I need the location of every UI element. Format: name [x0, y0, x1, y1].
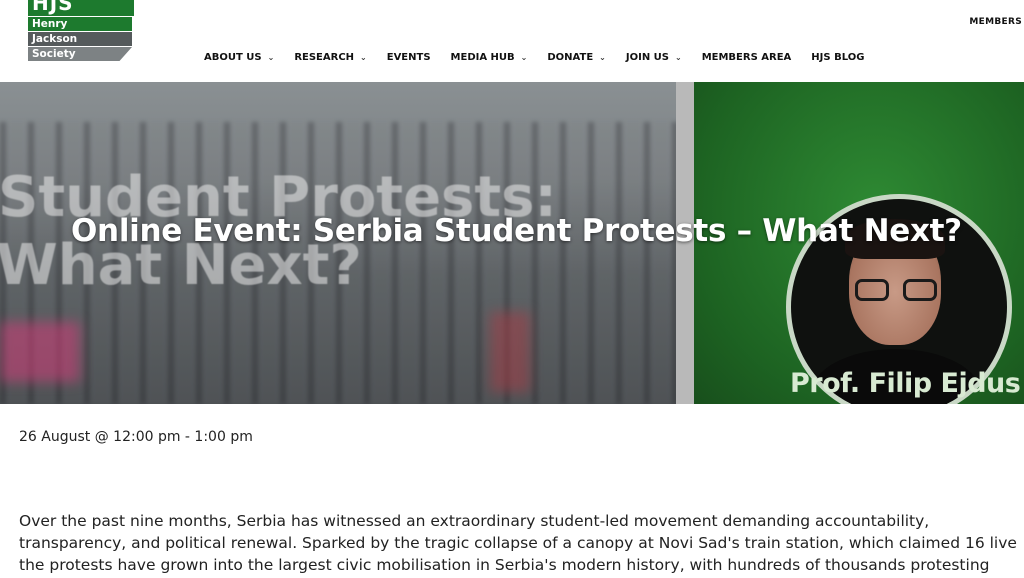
nav-item-label: MEMBERS AREA [701, 52, 792, 63]
event-description: Over the past nine months, Serbia has wi… [19, 510, 1024, 576]
hjs-logo[interactable]: HJS Henry Jackson Society [28, 0, 134, 61]
description-line: Over the past nine months, Serbia has wi… [19, 512, 930, 530]
banner-sign [0, 322, 80, 382]
logo-mark: HJS [28, 0, 134, 16]
page-title: Online Event: Serbia Student Protests – … [71, 213, 962, 249]
description-line: transparency, and political renewal. Spa… [19, 534, 1017, 552]
chevron-down-icon: ⌄ [360, 53, 367, 62]
event-banner: Student Protests: What Next? Prof. Filip … [0, 82, 1024, 404]
nav-item-label: DONATE [547, 52, 594, 63]
glasses-icon [855, 279, 937, 301]
nav-item-label: MEDIA HUB [450, 52, 515, 63]
chevron-down-icon: ⌄ [675, 53, 682, 62]
nav-item-label: RESEARCH [294, 52, 355, 63]
nav-item-label: ABOUT US [204, 52, 262, 63]
event-datetime: 26 August @ 12:00 pm - 1:00 pm [19, 429, 253, 445]
logo-line-jackson: Jackson [28, 32, 132, 46]
nav-item-label: EVENTS [386, 52, 431, 63]
nav-item-hjs-blog[interactable]: HJS BLOG [811, 52, 864, 63]
logo-line-henry: Henry [28, 17, 132, 31]
nav-item-research[interactable]: RESEARCH ⌄ [294, 52, 366, 63]
logo-line-society: Society [28, 47, 132, 61]
site-header: HJS Henry Jackson Society MEMBERS ABOUT … [0, 0, 1024, 82]
nav-item-label: HJS BLOG [811, 52, 865, 63]
chevron-down-icon: ⌄ [599, 53, 606, 62]
nav-item-media-hub[interactable]: MEDIA HUB ⌄ [451, 52, 528, 63]
nav-item-events[interactable]: EVENTS [387, 52, 431, 63]
speaker-name: Prof. Filip Ejdus [790, 368, 1021, 399]
description-line: the protests have grown into the largest… [19, 556, 990, 574]
nav-item-about-us[interactable]: ABOUT US ⌄ [204, 52, 274, 63]
banner-flag [490, 312, 530, 392]
chevron-down-icon: ⌄ [520, 53, 528, 62]
members-link[interactable]: MEMBERS [969, 17, 1022, 27]
nav-item-donate[interactable]: DONATE ⌄ [547, 52, 606, 63]
chevron-down-icon: ⌄ [267, 53, 275, 62]
nav-item-join-us[interactable]: JOIN US ⌄ [626, 52, 682, 63]
main-nav: ABOUT US ⌄ RESEARCH ⌄ EVENTS MEDIA HUB ⌄ DO… [204, 52, 884, 63]
nav-item-label: JOIN US [625, 52, 669, 63]
nav-item-members-area[interactable]: MEMBERS AREA [702, 52, 792, 63]
